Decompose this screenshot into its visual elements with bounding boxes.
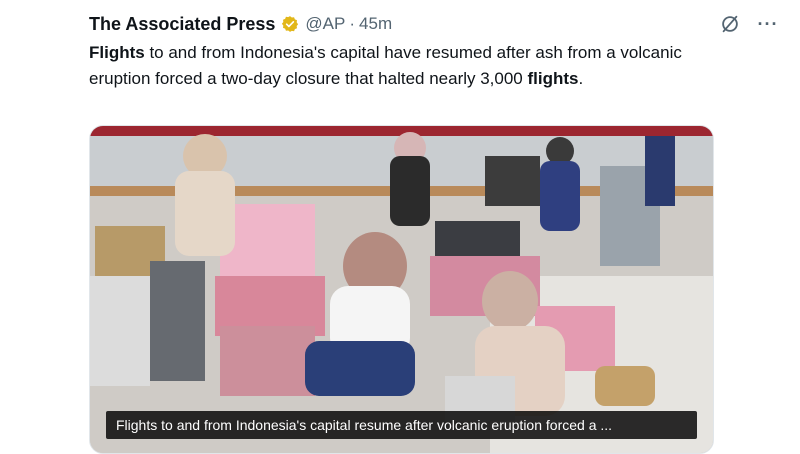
grok-icon[interactable] [718,12,742,36]
timestamp[interactable]: 45m [359,14,392,34]
tweet-media[interactable]: Flights to and from Indonesia's capital … [89,125,714,454]
verified-badge-icon [281,15,299,33]
separator-dot: · [349,14,356,33]
tweet-text-part: flights [527,69,579,88]
tweet-text: Flights to and from Indonesia's capital … [89,40,709,92]
author-handle[interactable]: @AP [305,14,345,34]
tweet-text-part: . [578,69,584,88]
author-name[interactable]: The Associated Press [89,14,275,35]
tweet-header: The Associated Press @AP · 45m ··· [89,12,780,36]
airport-photo [90,126,713,453]
tweet-actions: ··· [718,12,780,36]
tweet-text-part: Flights [89,43,145,62]
tweet-text-part: to and from Indonesia's capital have res… [89,43,682,88]
more-options-icon[interactable]: ··· [756,12,780,36]
media-caption: Flights to and from Indonesia's capital … [106,411,697,439]
